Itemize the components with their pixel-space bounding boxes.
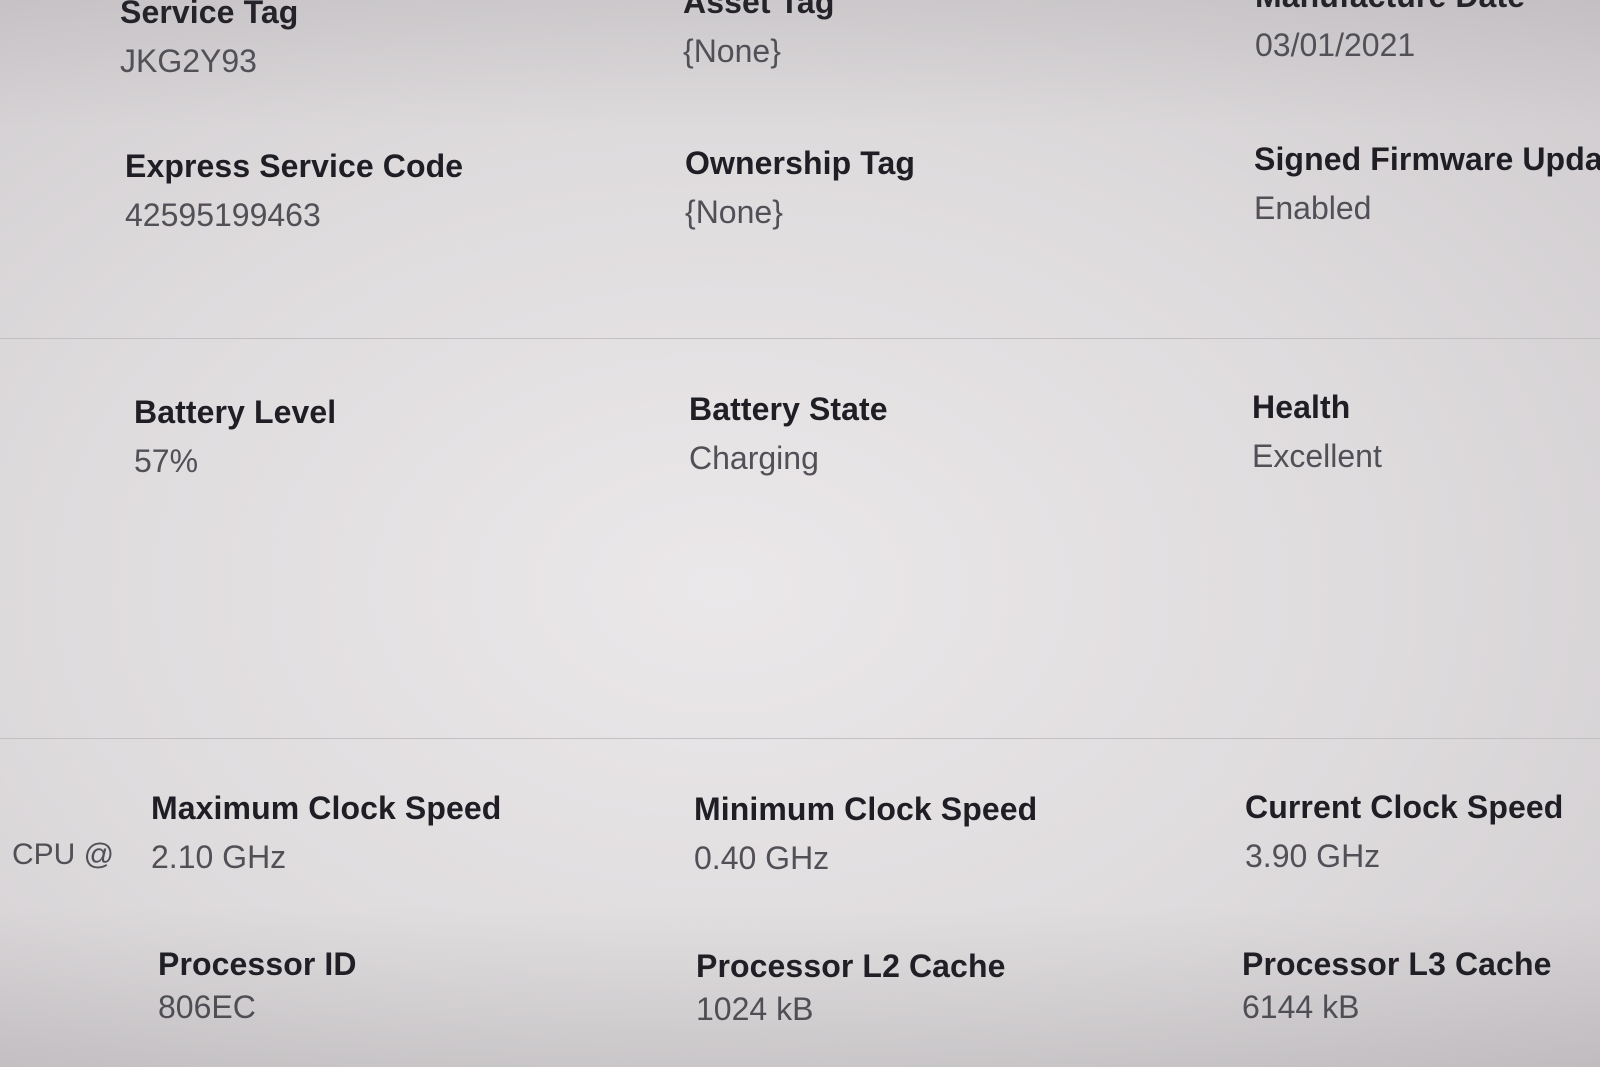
min-clock-speed-label: Minimum Clock Speed — [694, 791, 1038, 827]
max-clock-speed-value: 2.10 GHz — [151, 839, 287, 875]
min-clock-speed-value: 0.40 GHz — [694, 840, 830, 876]
battery-state-label: Battery State — [689, 391, 888, 427]
signed-firmware-update-value: Enabled — [1254, 190, 1372, 226]
battery-level-field: Battery Level 57% — [134, 394, 336, 480]
processor-id-field: Processor ID 806EC — [158, 946, 357, 1026]
express-service-code-field: Express Service Code 42595199463 — [125, 148, 463, 234]
max-clock-speed-field: Maximum Clock Speed 2.10 GHz — [151, 790, 501, 876]
processor-id-value: 806EC — [158, 989, 256, 1025]
battery-health-field: Health Excellent — [1252, 389, 1382, 475]
battery-level-label: Battery Level — [134, 394, 337, 430]
service-tag-value: JKG2Y93 — [120, 43, 257, 79]
processor-id-label: Processor ID — [158, 946, 357, 982]
express-service-code-label: Express Service Code — [125, 148, 464, 184]
current-clock-speed-field: Current Clock Speed 3.90 GHz — [1245, 789, 1563, 875]
section-divider-battery-processor — [0, 738, 1600, 739]
asset-tag-field: Asset Tag {None} — [683, 0, 834, 70]
current-clock-speed-value: 3.90 GHz — [1245, 838, 1381, 874]
processor-name-fragment: CPU @ — [12, 838, 115, 871]
battery-health-value: Excellent — [1252, 438, 1382, 474]
min-clock-speed-field: Minimum Clock Speed 0.40 GHz — [694, 791, 1037, 877]
battery-state-field: Battery State Charging — [689, 391, 888, 477]
l2-cache-label: Processor L2 Cache — [696, 948, 1006, 984]
current-clock-speed-label: Current Clock Speed — [1245, 789, 1564, 825]
ownership-tag-label: Ownership Tag — [685, 145, 916, 181]
l3-cache-value: 6144 kB — [1242, 989, 1360, 1025]
manufacture-date-field: Manufacture Date 03/01/2021 — [1255, 0, 1525, 64]
express-service-code-value: 42595199463 — [125, 197, 321, 233]
asset-tag-value: {None} — [683, 33, 781, 69]
service-tag-label: Service Tag — [120, 0, 299, 30]
l3-cache-field: Processor L3 Cache 6144 kB — [1242, 946, 1552, 1026]
battery-health-label: Health — [1252, 389, 1351, 425]
max-clock-speed-label: Maximum Clock Speed — [151, 790, 502, 826]
asset-tag-label: Asset Tag — [683, 0, 835, 20]
service-tag-field: Service Tag JKG2Y93 — [120, 0, 298, 80]
manufacture-date-label: Manufacture Date — [1255, 0, 1525, 15]
l3-cache-label: Processor L3 Cache — [1242, 946, 1552, 982]
ownership-tag-value: {None} — [685, 194, 783, 230]
section-divider-system-battery — [0, 338, 1600, 339]
manufacture-date-value: 03/01/2021 — [1255, 27, 1416, 63]
signed-firmware-update-label: Signed Firmware Updat — [1254, 141, 1600, 177]
battery-level-value: 57% — [134, 443, 199, 479]
l2-cache-field: Processor L2 Cache 1024 kB — [696, 948, 1006, 1028]
signed-firmware-update-field: Signed Firmware Updat Enabled — [1254, 141, 1600, 227]
battery-state-value: Charging — [689, 440, 819, 476]
ownership-tag-field: Ownership Tag {None} — [685, 145, 915, 231]
l2-cache-value: 1024 kB — [696, 991, 814, 1027]
